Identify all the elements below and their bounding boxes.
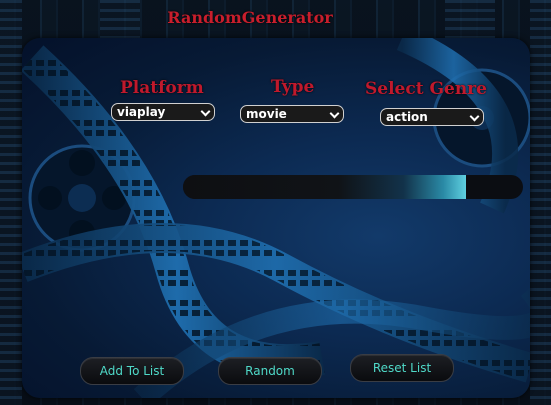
genre-label: Select Genre xyxy=(365,79,487,99)
result-highlight xyxy=(183,175,466,199)
add-to-list-button[interactable]: Add To List xyxy=(80,357,184,385)
platform-label: Platform xyxy=(120,78,204,98)
chevron-down-icon xyxy=(201,108,210,117)
type-select[interactable]: movie xyxy=(240,105,344,123)
chevron-down-icon xyxy=(330,110,339,119)
platform-select-value: viaplay xyxy=(117,105,166,119)
result-display xyxy=(183,175,523,199)
app-title: RandomGenerator xyxy=(167,8,333,27)
reset-list-button[interactable]: Reset List xyxy=(350,354,454,382)
chevron-down-icon xyxy=(470,113,479,122)
genre-select[interactable]: action xyxy=(380,108,484,126)
type-label: Type xyxy=(271,77,315,97)
platform-select[interactable]: viaplay xyxy=(111,103,215,121)
random-button[interactable]: Random xyxy=(218,357,322,385)
genre-select-value: action xyxy=(386,110,428,124)
type-select-value: movie xyxy=(246,107,287,121)
